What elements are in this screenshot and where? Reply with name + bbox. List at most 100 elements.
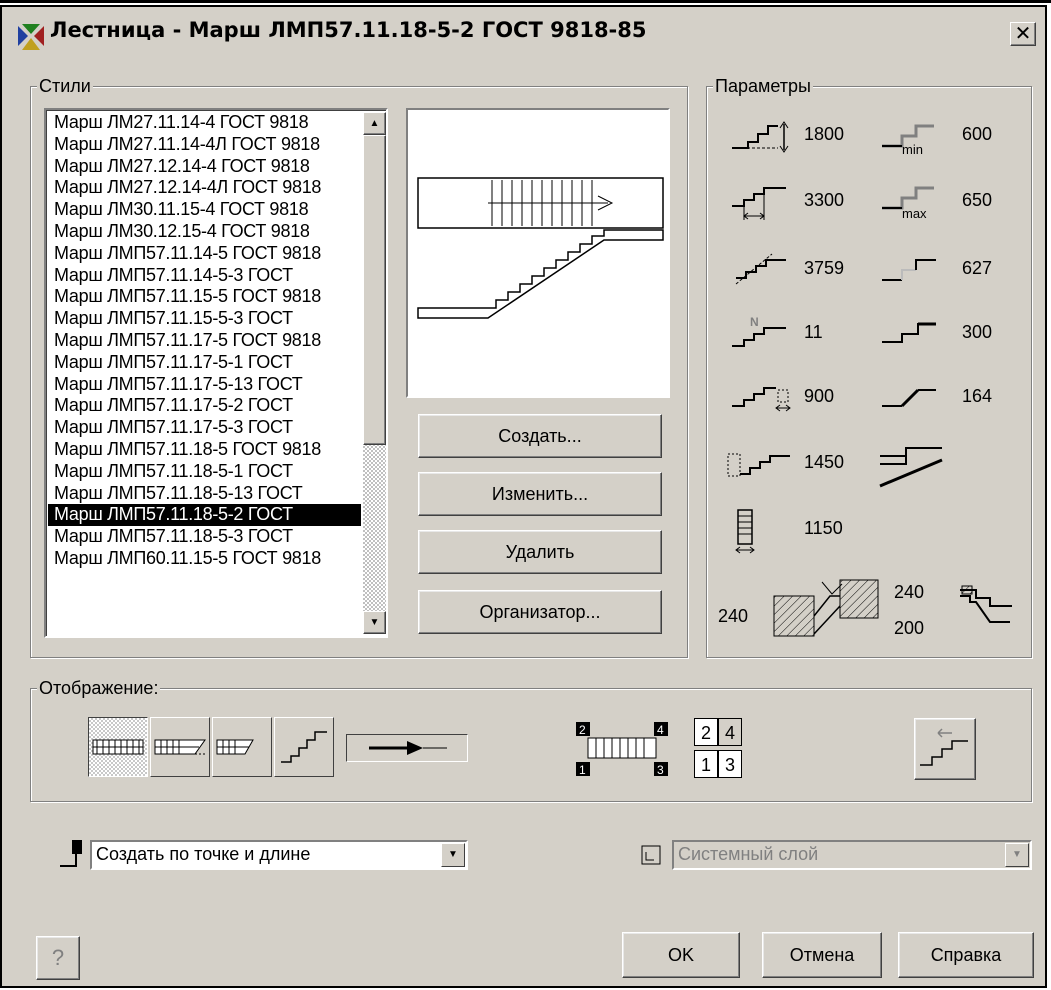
- direction-arrow-button[interactable]: [346, 734, 468, 762]
- display-group-label: Отображение:: [37, 678, 161, 698]
- help-question-icon: ?: [51, 945, 65, 970]
- style-list-item[interactable]: Марш ЛМП57.11.18-5-2 ГОСТ: [48, 504, 361, 527]
- display-partial-plan-button[interactable]: [212, 717, 272, 777]
- corner-label-2: 2: [579, 723, 586, 737]
- scroll-down-button[interactable]: ▼: [363, 611, 386, 634]
- style-list-item[interactable]: Марш ЛМП57.11.18-5-3 ГОСТ: [48, 526, 361, 548]
- stair-app-icon: [16, 20, 46, 52]
- corner-cell-3[interactable]: 3: [718, 750, 742, 778]
- length-value: 3300: [804, 190, 845, 210]
- style-list-item[interactable]: Марш ЛМ27.11.14-4 ГОСТ 9818: [48, 112, 361, 134]
- cancel-button[interactable]: Отмена: [762, 932, 882, 978]
- params-group-label: Параметры: [713, 76, 813, 96]
- stair-preview: [406, 108, 670, 398]
- styles-listbox[interactable]: Марш ЛМ27.11.14-4 ГОСТ 9818 Марш ЛМ27.11.…: [44, 108, 388, 638]
- max-subscript: max: [902, 206, 927, 220]
- style-list-item[interactable]: Марш ЛМ27.12.14-4 ГОСТ 9818: [48, 156, 361, 178]
- offset-value: 900: [804, 386, 835, 406]
- stair-section-icon[interactable]: [876, 434, 946, 490]
- offset-icon[interactable]: [730, 378, 792, 414]
- style-list-item[interactable]: Марш ЛМ30.12.15-4 ГОСТ 9818: [48, 221, 361, 243]
- corner-cell-1[interactable]: 1: [694, 750, 718, 778]
- ok-button[interactable]: OK: [622, 932, 740, 978]
- style-list-item[interactable]: Марш ЛМП57.11.18-5 ГОСТ 9818: [48, 439, 361, 461]
- max-step-icon[interactable]: max: [880, 180, 942, 220]
- corner-cell-2[interactable]: 2: [694, 718, 718, 746]
- landing-icon[interactable]: [724, 446, 794, 482]
- max-value: 650: [962, 190, 993, 210]
- scroll-up-button[interactable]: ▲: [363, 112, 386, 135]
- organizer-button[interactable]: Организатор...: [418, 590, 662, 634]
- min-subscript: min: [902, 142, 923, 156]
- layer-dropdown-button[interactable]: ▼: [1005, 843, 1029, 867]
- riser-icon[interactable]: [880, 378, 942, 414]
- styles-list: Марш ЛМ27.11.14-4 ГОСТ 9818 Марш ЛМ27.11.…: [48, 112, 361, 570]
- display-full-plan-button[interactable]: [88, 717, 148, 777]
- close-button[interactable]: ✕: [1010, 22, 1036, 46]
- help-icon-button[interactable]: ?: [36, 936, 80, 980]
- title-bar: Лестница - Марш ЛМП57.11.18-5-2 ГОСТ 981…: [6, 14, 1041, 60]
- style-list-item[interactable]: Марш ЛМП57.11.17-5-2 ГОСТ: [48, 395, 361, 417]
- corner-label-1: 1: [579, 763, 586, 777]
- height-icon[interactable]: [730, 118, 792, 154]
- styles-scrollbar[interactable]: ▲ ▼: [363, 112, 386, 634]
- steps-n-glyph: N: [750, 315, 759, 329]
- length-icon[interactable]: [730, 182, 792, 226]
- layer-icon: [641, 845, 661, 865]
- support-left-value: 240: [718, 606, 749, 626]
- stride-value: 627: [962, 258, 993, 278]
- landing-value: 1450: [804, 452, 845, 472]
- riser-value: 164: [962, 386, 993, 406]
- support-section-icon[interactable]: [770, 576, 882, 646]
- edit-button[interactable]: Изменить...: [418, 472, 662, 516]
- style-list-item[interactable]: Марш ЛМП57.11.17-5-1 ГОСТ: [48, 352, 361, 374]
- screen-top-border: [0, 0, 1051, 3]
- layer-value: Системный слой: [678, 844, 819, 864]
- style-list-item[interactable]: Марш ЛМП60.11.15-5 ГОСТ 9818: [48, 548, 361, 570]
- style-list-item[interactable]: Марш ЛМП57.11.18-5-13 ГОСТ: [48, 483, 361, 505]
- scroll-thumb[interactable]: [363, 135, 386, 445]
- width-icon[interactable]: [730, 506, 760, 556]
- height-value: 1800: [804, 124, 845, 144]
- corner-cell-4[interactable]: 4: [718, 718, 742, 746]
- min-value: 600: [962, 124, 993, 144]
- style-list-item[interactable]: Марш ЛМ27.11.14-4Л ГОСТ 9818: [48, 134, 361, 156]
- layer-select[interactable]: Системный слой ▼: [672, 840, 1032, 870]
- delete-button[interactable]: Удалить: [418, 530, 662, 574]
- stair-corners-icon: 2 4 1 3: [576, 722, 668, 777]
- style-list-item[interactable]: Марш ЛМП57.11.17-5-13 ГОСТ: [48, 374, 361, 396]
- style-list-item[interactable]: Марш ЛМП57.11.18-5-1 ГОСТ: [48, 461, 361, 483]
- create-mode-value: Создать по точке и длине: [96, 844, 311, 864]
- display-section-button[interactable]: [274, 717, 334, 777]
- insert-point-icon: [60, 840, 82, 867]
- corner-label-3: 3: [657, 763, 664, 777]
- window-title: Лестница - Марш ЛМП57.11.18-5-2 ГОСТ 981…: [50, 18, 647, 42]
- style-list-item[interactable]: Марш ЛМП57.11.15-5-3 ГОСТ: [48, 308, 361, 330]
- help-button[interactable]: Справка: [898, 932, 1034, 978]
- slope-length-icon[interactable]: [730, 248, 792, 288]
- tread-icon[interactable]: [880, 312, 942, 348]
- flip-stair-button[interactable]: [914, 718, 976, 780]
- display-cut-plan-button[interactable]: [150, 717, 210, 777]
- support-type-icon[interactable]: [956, 582, 1016, 628]
- stair-drawing: [417, 177, 664, 319]
- styles-group-label: Стили: [37, 76, 93, 96]
- steps-value: 11: [804, 322, 823, 342]
- style-list-item[interactable]: Марш ЛМП57.11.17-5-3 ГОСТ: [48, 417, 361, 439]
- style-list-item[interactable]: Марш ЛМ27.12.14-4Л ГОСТ 9818: [48, 177, 361, 199]
- style-list-item[interactable]: Марш ЛМП57.11.15-5 ГОСТ 9818: [48, 286, 361, 308]
- style-list-item[interactable]: Марш ЛМП57.11.17-5 ГОСТ 9818: [48, 330, 361, 352]
- create-mode-dropdown-button[interactable]: ▼: [441, 843, 465, 867]
- min-step-icon[interactable]: min: [880, 116, 942, 156]
- create-mode-select[interactable]: Создать по точке и длине ▼: [90, 840, 468, 870]
- stride-icon[interactable]: [880, 250, 942, 286]
- width-value: 1150: [804, 518, 843, 538]
- corner-label-4: 4: [657, 723, 664, 737]
- steps-count-icon[interactable]: N: [730, 310, 792, 350]
- style-list-item[interactable]: Марш ЛМП57.11.14-5-3 ГОСТ: [48, 265, 361, 287]
- style-list-item[interactable]: Марш ЛМ30.11.15-4 ГОСТ 9818: [48, 199, 361, 221]
- slope-length-value: 3759: [804, 258, 845, 278]
- support-top-value: 240: [894, 582, 925, 602]
- create-button[interactable]: Создать...: [418, 414, 662, 458]
- style-list-item[interactable]: Марш ЛМП57.11.14-5 ГОСТ 9818: [48, 243, 361, 265]
